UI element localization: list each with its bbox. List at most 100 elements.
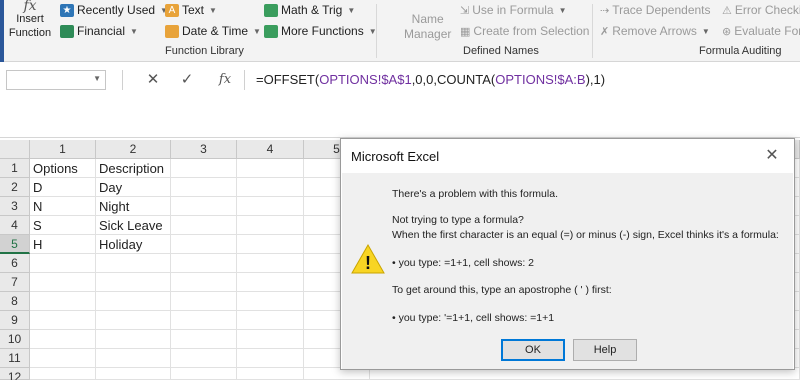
date-time-button[interactable]: Date & Time ▼ — [165, 24, 261, 38]
formula-ref: OPTIONS!$A$1 — [319, 72, 412, 87]
insert-function-label-line2: Function — [8, 27, 52, 39]
grid-cell[interactable]: Night — [96, 197, 171, 216]
chevron-down-icon[interactable]: ▼ — [93, 74, 101, 83]
recently-used-button[interactable]: ★ Recently Used ▼ — [60, 3, 168, 17]
math-trig-button[interactable]: Math & Trig ▼ — [264, 3, 355, 17]
grid-cell[interactable]: D — [30, 178, 96, 197]
grid-cell[interactable]: Sick Leave — [96, 216, 171, 235]
grid-cell[interactable] — [237, 273, 304, 292]
trace-dependents-icon: ⇢ — [600, 4, 610, 17]
name-manager-button[interactable]: Name Manager — [404, 12, 451, 42]
cancel-icon[interactable]: ✕ — [140, 68, 166, 92]
financial-button[interactable]: Financial ▼ — [60, 24, 138, 38]
grid-cell[interactable]: N — [30, 197, 96, 216]
row-header[interactable]: 1 — [0, 159, 30, 178]
grid-cell[interactable] — [96, 311, 171, 330]
help-button[interactable]: Help — [573, 339, 637, 361]
grid-cell[interactable] — [171, 292, 237, 311]
name-box[interactable]: ▼ — [6, 70, 106, 90]
grid-cell[interactable] — [237, 197, 304, 216]
close-icon[interactable]: ✕ — [762, 145, 782, 165]
grid-cell[interactable] — [171, 235, 237, 254]
insert-function-button[interactable]: fx Insert Function — [4, 0, 56, 46]
grid-cell[interactable]: Holiday — [96, 235, 171, 254]
grid-cell[interactable] — [237, 349, 304, 368]
grid-cell[interactable] — [237, 311, 304, 330]
grid-cell[interactable] — [96, 368, 171, 380]
row-header-active[interactable]: 5 — [0, 235, 30, 254]
row-header[interactable]: 10 — [0, 330, 30, 349]
group-divider — [376, 4, 377, 58]
dialog-message-line: There's a problem with this formula. — [392, 188, 558, 200]
error-checking-button[interactable]: ⚠ Error Checking — [722, 3, 800, 17]
grid-cell[interactable] — [237, 216, 304, 235]
warning-icon: ! — [351, 244, 385, 274]
grid-cell[interactable] — [171, 330, 237, 349]
grid-cell[interactable] — [171, 178, 237, 197]
grid-cell[interactable] — [171, 311, 237, 330]
formula-input[interactable]: =OFFSET(OPTIONS!$A$1,0,0,COUNTA(OPTIONS!… — [256, 72, 605, 87]
grid-cell[interactable] — [171, 197, 237, 216]
grid-cell[interactable] — [171, 216, 237, 235]
grid-cell[interactable]: Options — [30, 159, 96, 178]
grid-cell[interactable] — [30, 311, 96, 330]
grid-cell[interactable] — [30, 254, 96, 273]
create-from-selection-button[interactable]: ▦ Create from Selection — [460, 24, 589, 38]
grid-cell[interactable] — [171, 159, 237, 178]
grid-cell[interactable] — [30, 368, 96, 380]
more-functions-button[interactable]: More Functions ▼ — [264, 24, 377, 38]
grid-cell[interactable] — [30, 349, 96, 368]
grid-cell[interactable] — [96, 292, 171, 311]
ok-button[interactable]: OK — [501, 339, 565, 361]
row-header[interactable]: 7 — [0, 273, 30, 292]
grid-cell[interactable] — [237, 235, 304, 254]
row-header[interactable]: 3 — [0, 197, 30, 216]
grid-cell[interactable] — [96, 254, 171, 273]
grid-cell[interactable] — [237, 292, 304, 311]
select-all-corner[interactable] — [0, 140, 30, 159]
row-header[interactable]: 11 — [0, 349, 30, 368]
grid-cell[interactable] — [96, 273, 171, 292]
grid-cell[interactable]: H — [30, 235, 96, 254]
grid-cell[interactable] — [30, 273, 96, 292]
grid-cell[interactable] — [237, 368, 304, 380]
grid-cell[interactable]: Day — [96, 178, 171, 197]
grid-cell[interactable] — [96, 330, 171, 349]
insert-function-fx-icon[interactable]: fx — [212, 68, 238, 92]
grid-cell[interactable]: Description — [96, 159, 171, 178]
grid-cell[interactable] — [171, 273, 237, 292]
evaluate-formula-button[interactable]: ⊛ Evaluate Formula — [722, 24, 800, 38]
grid-cell[interactable] — [171, 349, 237, 368]
grid-cell[interactable] — [237, 159, 304, 178]
grid-cell[interactable] — [30, 292, 96, 311]
dialog-footer: OK Help — [342, 333, 793, 369]
column-header[interactable]: 4 — [237, 140, 304, 159]
column-header[interactable]: 2 — [96, 140, 171, 159]
column-header[interactable]: 1 — [30, 140, 96, 159]
formula-expanded-area[interactable] — [0, 98, 800, 138]
remove-arrows-button[interactable]: ✗ Remove Arrows ▼ — [600, 24, 710, 38]
row-header[interactable]: 4 — [0, 216, 30, 235]
create-from-selection-label: Create from Selection — [473, 24, 590, 38]
text-button[interactable]: A Text ▼ — [165, 3, 217, 17]
row-header[interactable]: 12 — [0, 368, 30, 380]
row-header[interactable]: 9 — [0, 311, 30, 330]
grid-cell[interactable] — [237, 330, 304, 349]
column-header[interactable]: 3 — [171, 140, 237, 159]
grid-cell[interactable] — [30, 330, 96, 349]
chevron-down-icon: ▼ — [347, 5, 356, 15]
grid-cell[interactable] — [237, 178, 304, 197]
chevron-down-icon: ▼ — [558, 5, 567, 15]
row-header[interactable]: 6 — [0, 254, 30, 273]
grid-cell[interactable] — [171, 254, 237, 273]
trace-dependents-button[interactable]: ⇢ Trace Dependents — [600, 3, 711, 17]
grid-cell[interactable] — [237, 254, 304, 273]
row-header[interactable]: 2 — [0, 178, 30, 197]
grid-cell[interactable]: S — [30, 216, 96, 235]
row-header[interactable]: 8 — [0, 292, 30, 311]
use-in-formula-button[interactable]: ⇲ Use in Formula ▼ — [460, 3, 567, 17]
enter-check-icon[interactable]: ✓ — [174, 68, 200, 92]
formula-part: ),1) — [585, 72, 606, 87]
grid-cell[interactable] — [171, 368, 237, 380]
grid-cell[interactable] — [96, 349, 171, 368]
